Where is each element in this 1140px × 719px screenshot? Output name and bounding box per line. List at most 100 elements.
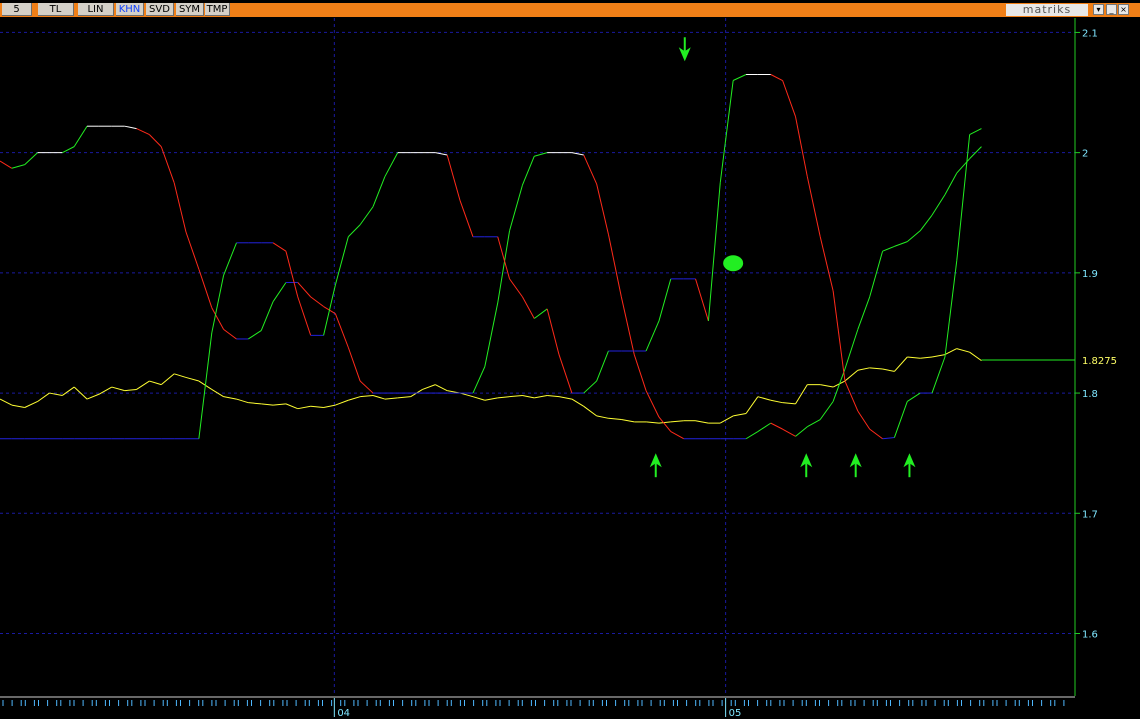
price-segment <box>583 405 597 417</box>
price-segment <box>795 384 808 405</box>
sell-arrow-icon <box>678 37 691 62</box>
lower-segment <box>211 275 225 334</box>
lower-segment <box>806 176 821 237</box>
price-segment <box>757 396 771 401</box>
price-segment <box>733 413 747 417</box>
lower-segment <box>359 206 374 226</box>
price-segment <box>596 415 609 419</box>
y-tick-label: 1.6 <box>1082 629 1098 640</box>
upper-segment <box>620 296 635 355</box>
lower-segment <box>522 296 535 319</box>
upper-segment <box>956 158 971 174</box>
lower-segment <box>546 308 560 355</box>
upper-segment <box>297 282 312 298</box>
price-segment <box>509 394 523 398</box>
price-segment <box>670 420 684 423</box>
lower-segment <box>770 74 783 81</box>
upper-segment <box>11 164 25 169</box>
price-segment <box>435 384 448 392</box>
price-segment <box>297 405 311 410</box>
price-segment <box>236 398 249 404</box>
upper-segment <box>149 134 162 147</box>
upper-segment <box>223 328 237 340</box>
y-tick-label: 1.9 <box>1082 269 1098 280</box>
price-segment <box>24 401 38 408</box>
upper-segment <box>807 419 821 428</box>
upper-segment <box>124 125 137 130</box>
price-segment <box>124 388 137 392</box>
lower-segment <box>732 74 747 81</box>
lower-segment <box>583 380 597 394</box>
lower-segment <box>446 154 461 201</box>
lower-segment <box>869 428 883 440</box>
lower-segment <box>533 308 548 319</box>
lower-segment <box>707 182 721 321</box>
price-segment <box>558 396 572 400</box>
price-segment <box>160 373 175 386</box>
upper-segment <box>819 401 834 420</box>
lower-segment <box>795 116 808 177</box>
price-segment <box>969 351 982 362</box>
upper-segment <box>583 154 598 185</box>
price-segment <box>111 386 125 392</box>
tl-button[interactable]: TL <box>38 3 74 16</box>
x-tick-label: 05 <box>729 708 742 719</box>
price-segment <box>310 405 324 408</box>
chart-toolbar: 5 TL LIN KHN SVD SYM TMP matriks ▾ _ × <box>0 3 1140 17</box>
linear-scale-button[interactable]: LIN <box>78 3 114 16</box>
lower-segment <box>956 134 971 261</box>
template-button[interactable]: TMP <box>205 3 230 16</box>
price-segment <box>323 404 336 408</box>
price-segment <box>894 356 908 372</box>
upper-segment <box>260 301 274 331</box>
price-segment <box>11 404 25 408</box>
price-segment <box>360 394 374 398</box>
upper-segment <box>745 431 759 440</box>
y-tick-label: 2.1 <box>1082 28 1098 39</box>
date-strip-bg <box>0 697 1140 719</box>
upper-segment <box>882 245 895 252</box>
price-segment <box>658 421 671 424</box>
upper-segment <box>73 125 88 147</box>
khn-button[interactable]: KHN <box>116 3 144 16</box>
dropdown-icon[interactable]: ▾ <box>1093 4 1104 15</box>
price-segment <box>348 396 361 401</box>
lower-segment <box>907 392 921 402</box>
price-segment <box>745 396 759 414</box>
lower-segment <box>832 290 846 382</box>
lower-segment <box>596 350 609 382</box>
lower-segment <box>297 296 312 336</box>
upper-segment <box>894 241 908 247</box>
lower-segment <box>372 176 386 207</box>
lower-segment <box>347 224 361 238</box>
symbol-button[interactable]: SYM <box>176 3 204 16</box>
price-segment <box>149 380 162 386</box>
minimize-icon[interactable]: _ <box>1106 4 1117 15</box>
price-segment <box>869 367 883 370</box>
price-segment <box>335 399 349 406</box>
price-segment <box>484 397 498 401</box>
price-segment <box>372 394 385 400</box>
signal-circle-marker <box>723 255 744 272</box>
period-button[interactable]: 5 <box>2 3 32 16</box>
lower-segment <box>882 437 895 440</box>
svd-button[interactable]: SVD <box>146 3 174 16</box>
lower-segment <box>857 410 871 430</box>
price-segment <box>174 373 187 378</box>
upper-segment <box>347 347 361 382</box>
price-segment <box>459 392 474 398</box>
close-icon[interactable]: × <box>1118 4 1129 15</box>
price-segment <box>472 396 485 401</box>
y-tick-label: 2 <box>1082 149 1088 160</box>
price-chart[interactable]: 04 05 1.6 1.7 1.8 1.9 2 2.1 1.8275 <box>0 0 1140 719</box>
price-segment <box>397 396 411 399</box>
buy-arrow-icon <box>849 453 862 478</box>
buy-arrow-icon <box>800 453 813 478</box>
chart-markers <box>649 37 916 478</box>
lower-segment <box>658 278 672 322</box>
price-segment <box>907 356 921 359</box>
upper-segment <box>136 128 150 136</box>
upper-segment <box>272 282 287 302</box>
lower-segment <box>645 320 660 352</box>
price-segment <box>882 368 895 372</box>
